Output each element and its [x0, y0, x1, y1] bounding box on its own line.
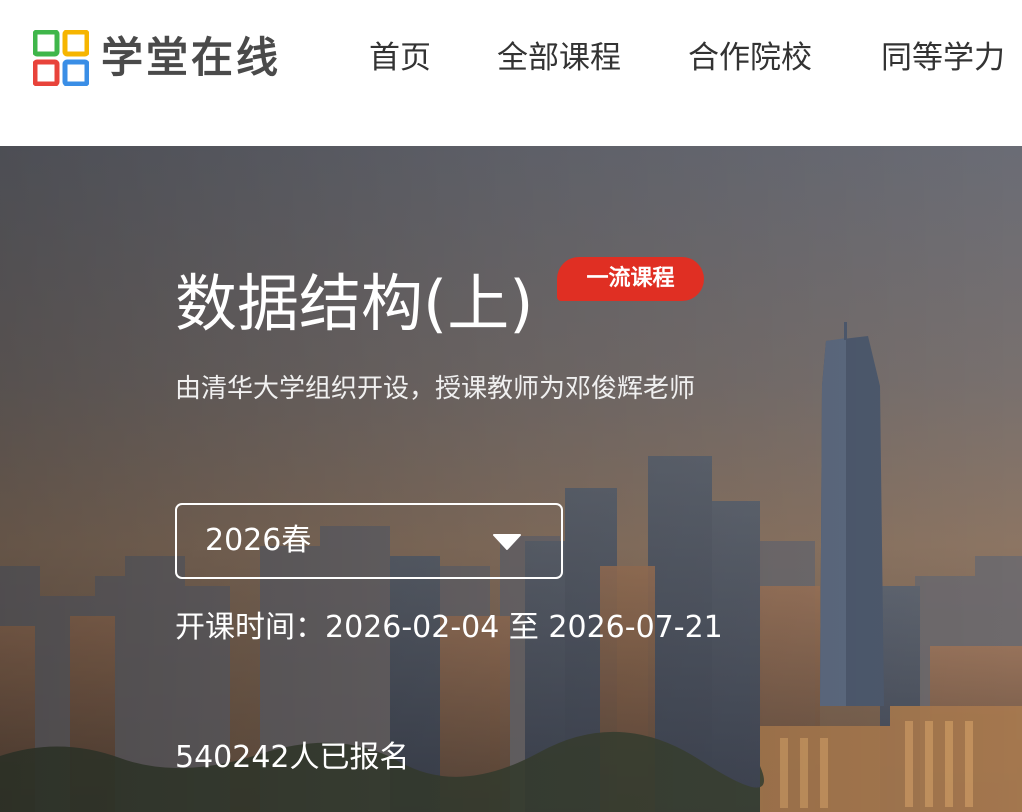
site-header: 学堂在线 首页 全部课程 合作院校 同等学力 [0, 0, 1022, 146]
nav-item-partner-schools[interactable]: 合作院校 [688, 30, 812, 86]
nav-item-all-courses[interactable]: 全部课程 [497, 30, 621, 86]
course-schedule: 开课时间：2026-02-04 至 2026-07-21 [175, 610, 723, 645]
course-hero: 数据结构(上) 一流课程 由清华大学组织开设，授课教师为邓俊辉老师 2026春 … [0, 146, 1022, 812]
term-dropdown[interactable]: 2026春 [175, 503, 563, 579]
course-title: 数据结构(上) [175, 267, 534, 340]
xuetangx-logo-icon[interactable] [33, 30, 89, 86]
logo-text[interactable]: 学堂在线 [101, 30, 281, 86]
enrollment-count: 540242人已报名 [175, 740, 410, 775]
first-class-course-badge: 一流课程 [557, 257, 704, 301]
city-skyline-background [0, 146, 1022, 812]
term-dropdown-value: 2026春 [205, 523, 312, 558]
chevron-down-icon [493, 534, 521, 550]
nav-item-home[interactable]: 首页 [369, 30, 431, 86]
nav-item-equivalent-degree[interactable]: 同等学力 [881, 30, 1005, 86]
course-subtitle: 由清华大学组织开设，授课教师为邓俊辉老师 [175, 374, 696, 404]
